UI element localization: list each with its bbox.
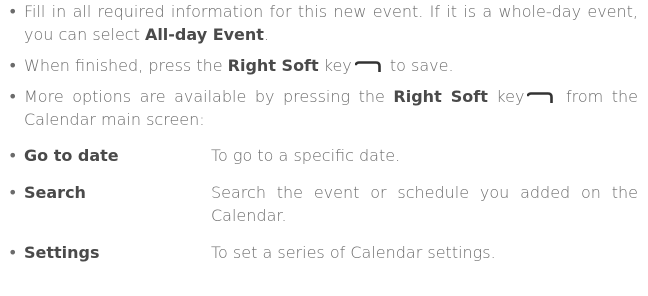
- option-row-search: • Search Search the event or schedule yo…: [6, 181, 638, 227]
- option-description: To go to a specific date.: [211, 146, 401, 165]
- bullet-dot: •: [8, 56, 18, 75]
- bullet-dot: •: [8, 2, 18, 21]
- bullet-dot: •: [8, 146, 18, 165]
- option-label-text: Search: [24, 183, 86, 202]
- bullet-save-instruction: • When finished, press the Right Soft ke…: [6, 54, 638, 77]
- bullet-text-mid: key: [318, 56, 352, 75]
- option-label: • Settings: [6, 241, 211, 264]
- document-page: • Fill in all required information for t…: [0, 0, 648, 296]
- option-label: • Search: [6, 181, 211, 204]
- bullet-all-day-event: • Fill in all required information for t…: [6, 0, 638, 46]
- right-soft-key-icon: [527, 92, 554, 103]
- bullet-text-after: to save.: [384, 56, 454, 75]
- option-label-text: Settings: [24, 243, 100, 262]
- option-label: • Go to date: [6, 144, 211, 167]
- bullet-text-before: Fill in all required information for thi…: [24, 2, 638, 44]
- option-row-go-to-date: • Go to date To go to a specific date.: [6, 144, 638, 167]
- bullet-more-options: • More options are available by pressing…: [6, 85, 638, 131]
- bullet-text-before: More options are available by pressing t…: [24, 87, 394, 106]
- bullet-dot: •: [8, 87, 18, 106]
- option-label-text: Go to date: [24, 146, 119, 165]
- calendar-options-list: • Go to date To go to a specific date. •…: [6, 144, 638, 264]
- option-description: Search the event or schedule you added o…: [211, 183, 638, 225]
- bullet-text-after: .: [263, 25, 270, 44]
- bullet-bold-right-soft: Right Soft: [393, 87, 488, 106]
- right-soft-key-icon: [354, 61, 381, 72]
- bullet-bold-all-day-event: All-day Event: [144, 25, 264, 44]
- option-description: To set a series of Calendar settings.: [211, 243, 496, 262]
- option-row-settings: • Settings To set a series of Calendar s…: [6, 241, 638, 264]
- bullet-text-mid: key: [487, 87, 525, 106]
- bullet-dot: •: [8, 183, 18, 202]
- bullet-bold-right-soft: Right Soft: [227, 56, 319, 75]
- bullet-text-before: When finished, press the: [24, 56, 228, 75]
- bullet-dot: •: [8, 243, 18, 262]
